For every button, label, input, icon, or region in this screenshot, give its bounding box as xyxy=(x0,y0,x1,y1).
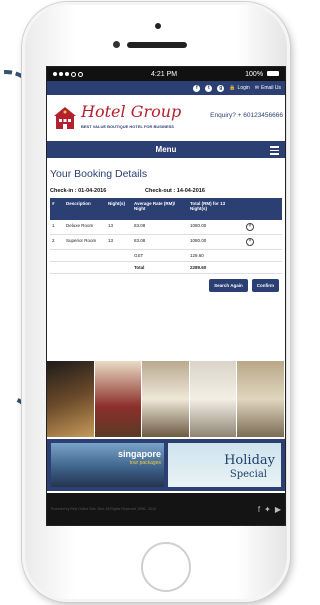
row-number: 1 xyxy=(50,220,64,235)
col-action xyxy=(244,198,282,220)
row-remove[interactable]: × xyxy=(244,220,282,235)
row-remove[interactable]: × xyxy=(244,234,282,250)
search-again-button[interactable]: Search Again xyxy=(209,279,248,292)
row-nights: 13 xyxy=(106,234,132,250)
col-nights: Night(s) xyxy=(106,198,132,220)
phone-screen: 4:21 PM 100% f t g 🔒 Login ✉ Email Us Ho… xyxy=(46,66,286,526)
login-link[interactable]: 🔒 Login xyxy=(229,85,249,91)
email-label: Email Us xyxy=(260,85,281,91)
status-time: 4:21 PM xyxy=(151,70,178,78)
login-label: Login xyxy=(237,85,250,91)
lock-icon: 🔒 xyxy=(229,85,236,91)
holiday-title: Holiday xyxy=(224,453,275,468)
total-label: Total xyxy=(132,261,188,274)
col-description: Description xyxy=(64,198,106,220)
row-total: 1080.00 xyxy=(188,234,244,250)
twitter-icon[interactable]: t xyxy=(205,84,213,92)
proximity-sensor xyxy=(113,41,120,48)
page-title: Your Booking Details xyxy=(50,168,148,180)
gallery-photo[interactable] xyxy=(47,361,95,437)
col-number: # xyxy=(50,198,64,220)
row-description: Deluxe Room xyxy=(64,220,106,235)
site-footer: Powered by First Online Sdn. Bhd. All Ri… xyxy=(47,493,285,525)
row-nights: 13 xyxy=(106,220,132,235)
brand-name[interactable]: Hotel Group xyxy=(81,102,181,121)
gallery-photo[interactable] xyxy=(94,361,143,437)
table-row: 1 Deluxe Room 13 83.08 1080.00 × xyxy=(50,220,282,235)
top-bar: f t g 🔒 Login ✉ Email Us xyxy=(47,81,285,95)
booking-table: # Description Night(s) Average Rate (RM)… xyxy=(50,198,282,274)
site-header: Hotel Group BEST VALUE BOUTIQUE HOTEL FO… xyxy=(47,95,285,141)
battery-icon xyxy=(267,71,279,77)
battery-indicator: 100% xyxy=(245,71,279,78)
checkout-date: Check-out : 14-04-2016 xyxy=(145,188,205,194)
confirm-button[interactable]: Confirm xyxy=(251,279,279,292)
booking-dates: Check-in : 01-04-2016 Check-out : 14-04-… xyxy=(50,188,282,194)
brand-tagline: BEST VALUE BOUTIQUE HOTEL FOR BUSINESS xyxy=(81,124,174,129)
facebook-icon[interactable]: f xyxy=(258,505,260,514)
remove-icon[interactable]: × xyxy=(246,238,254,246)
twitter-icon[interactable]: ✦ xyxy=(264,505,271,514)
col-total: Total (RM) for 13 Night(s) xyxy=(188,198,244,220)
signal-icon xyxy=(53,71,83,77)
hamburger-icon[interactable] xyxy=(270,146,279,157)
google-plus-icon[interactable]: g xyxy=(217,84,225,92)
row-rate: 83.08 xyxy=(132,220,188,235)
front-camera xyxy=(155,23,161,29)
email-link[interactable]: ✉ Email Us xyxy=(255,85,281,91)
remove-icon[interactable]: × xyxy=(246,223,254,231)
row-total: 1080.00 xyxy=(188,220,244,235)
enquiry-phone[interactable]: Enquiry? + 60123456666 xyxy=(210,112,283,119)
gallery-photo[interactable] xyxy=(142,361,190,437)
promo-banners: singapore tour packages Holiday Special xyxy=(47,439,285,491)
status-bar: 4:21 PM 100% xyxy=(47,67,285,81)
total-value: 2289.60 xyxy=(188,261,244,274)
singapore-subtitle: tour packages xyxy=(129,460,161,466)
row-description: Superior Room xyxy=(64,234,106,250)
singapore-title: singapore xyxy=(117,449,161,459)
booking-actions: Search Again Confirm xyxy=(50,279,279,292)
hotel-logo-icon[interactable] xyxy=(52,105,78,131)
earpiece-speaker xyxy=(127,42,187,48)
row-rate: 83.08 xyxy=(132,234,188,250)
singapore-tour-banner[interactable]: singapore tour packages xyxy=(51,443,164,487)
gst-label: GST xyxy=(132,249,188,262)
holiday-special-banner[interactable]: Holiday Special xyxy=(168,443,281,487)
checkin-date: Check-in : 01-04-2016 xyxy=(50,188,107,194)
youtube-icon[interactable]: ▶ xyxy=(275,505,281,514)
special-subtitle: Special xyxy=(229,469,267,480)
gst-value: 129.60 xyxy=(188,249,244,262)
gst-row: GST 129.60 xyxy=(50,249,282,262)
footer-social: f ✦ ▶ xyxy=(258,505,281,514)
gallery-photo[interactable] xyxy=(189,361,238,437)
booking-section: Your Booking Details Check-in : 01-04-20… xyxy=(47,168,285,292)
photo-gallery xyxy=(47,361,285,437)
facebook-icon[interactable]: f xyxy=(193,84,201,92)
table-header: # Description Night(s) Average Rate (RM)… xyxy=(50,198,282,220)
col-average-rate: Average Rate (RM)/ Night xyxy=(132,198,188,220)
total-row: Total 2289.60 xyxy=(50,261,282,274)
gallery-photo[interactable] xyxy=(237,361,285,437)
copyright-text: Powered by First Online Sdn. Bhd. All Ri… xyxy=(51,507,156,511)
home-button[interactable] xyxy=(141,542,191,592)
row-number: 2 xyxy=(50,234,64,250)
mail-icon: ✉ xyxy=(254,85,259,91)
menu-label: Menu xyxy=(155,145,177,154)
table-row: 2 Superior Room 13 83.08 1080.00 × xyxy=(50,234,282,250)
menu-bar[interactable]: Menu xyxy=(47,141,285,158)
battery-percent: 100% xyxy=(245,70,264,78)
